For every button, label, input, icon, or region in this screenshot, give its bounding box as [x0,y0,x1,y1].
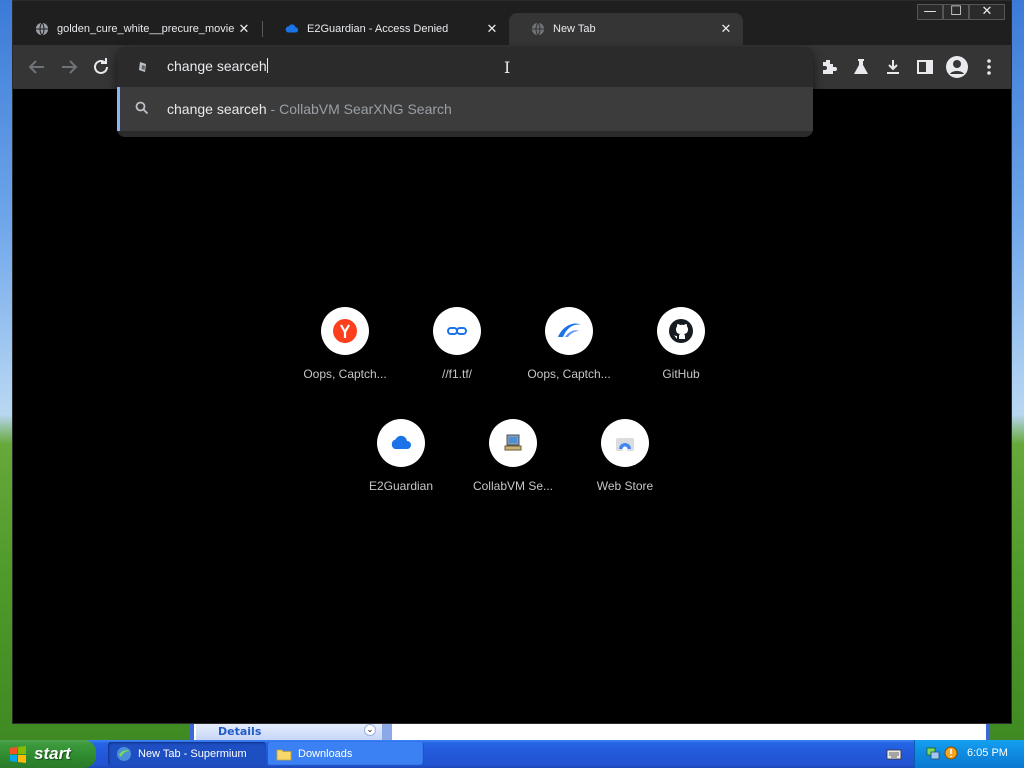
labs-flask-icon[interactable] [851,57,871,77]
omnibox-suggestion[interactable]: change searceh - CollabVM SearXNG Search [117,87,813,131]
shortcut-icon-tile [377,419,425,467]
reload-button[interactable] [89,55,113,79]
shortcut-label: Oops, Captch... [527,367,611,381]
shortcut-oops-captcha-yandex[interactable]: Oops, Captch... [289,307,401,403]
shortcut-github[interactable]: GitHub [625,307,737,403]
system-tray: 6:05 PM [914,740,1024,768]
shortcut-oops-captcha-swoosh[interactable]: Oops, Captch... [513,307,625,403]
shortcut-web-store[interactable]: Web Store [569,419,681,515]
forward-button[interactable] [57,55,81,79]
tab-strip: golden_cure_white__precure_movie ✕ E2Gua… [13,1,1011,45]
omnibox-input-row[interactable]: change searceh I [117,47,813,87]
taskbar: start New Tab - Supermium Downloads 6:05… [0,740,1024,768]
close-tab-icon[interactable]: ✕ [237,22,251,36]
task-label: New Tab - Supermium [138,748,247,760]
close-tab-icon[interactable]: ✕ [719,22,733,36]
shortcut-label: GitHub [662,367,700,381]
maximize-button[interactable]: ☐ [943,4,969,20]
web-store-icon [616,438,634,452]
shortcut-label: Web Store [596,479,654,493]
omnibox-input[interactable]: change searceh [167,58,268,74]
keyboard-icon[interactable] [886,747,902,761]
start-label: start [34,744,71,763]
computer-icon [504,434,522,451]
windows-logo-icon [10,746,26,763]
shortcut-label: CollabVM Se... [472,479,554,493]
suggestion-text: change searceh - CollabVM SearXNG Search [167,101,452,117]
omnibox-value: change searceh [167,58,267,74]
network-icon[interactable] [925,745,941,761]
browser-window: golden_cure_white__precure_movie ✕ E2Gua… [12,0,1012,724]
clock[interactable]: 6:05 PM [967,747,1008,759]
chevron-down-icon[interactable]: ⌄ [364,724,376,736]
reload-icon [94,58,108,74]
search-icon [135,101,149,115]
link-icon [447,327,467,335]
cloud-icon [285,24,299,33]
shortcut-label: //f1.tf/ [441,367,472,381]
swoosh-icon [558,323,581,337]
shortcut-icon-tile [657,307,705,355]
search-engine-icon [139,62,146,72]
github-icon [669,319,693,343]
shortcut-label: E2Guardian [368,479,434,493]
tab-e2guardian[interactable]: E2Guardian - Access Denied ✕ [263,13,509,45]
yandex-icon [333,319,357,343]
arrow-right-icon [62,60,78,74]
shortcut-icon-tile [601,419,649,467]
shortcut-icon-tile [321,307,369,355]
arrow-left-icon [28,60,44,74]
shortcut-icon-tile [433,307,481,355]
tab-title: New Tab [553,23,596,35]
tab-title: golden_cure_white__precure_movie [57,23,235,35]
close-tab-icon[interactable]: ✕ [485,22,499,36]
folder-icon [276,749,292,761]
shortcut-f1-tf[interactable]: //f1.tf/ [401,307,513,403]
side-panel-icon[interactable] [915,57,935,77]
download-icon[interactable] [883,57,903,77]
tab-title: E2Guardian - Access Denied [307,23,449,35]
profile-icon[interactable] [945,55,969,79]
shortcut-label: Oops, Captch... [303,367,387,381]
close-window-button[interactable]: ✕ [969,4,1005,20]
globe-icon [531,22,545,36]
task-label: Downloads [298,748,353,760]
suggestion-suffix: - CollabVM SearXNG Search [266,101,452,117]
shortcut-icon-tile [489,419,537,467]
details-label: Details [218,725,262,738]
extensions-icon[interactable] [819,57,839,77]
tab-golden-cure[interactable]: golden_cure_white__precure_movie ✕ [13,13,261,45]
security-alert-icon[interactable] [943,745,959,761]
browser-icon [117,747,131,761]
shortcut-collabvm-search[interactable]: CollabVM Se... [457,419,569,515]
shortcut-e2guardian[interactable]: E2Guardian [345,419,457,515]
globe-icon [35,22,49,36]
taskbar-item-downloads[interactable]: Downloads [268,742,424,766]
omnibox[interactable]: change searceh I change searceh - Collab… [117,47,813,137]
menu-icon[interactable] [979,57,999,77]
shortcut-icon-tile [545,307,593,355]
suggestion-query: change searceh [167,101,267,117]
explorer-details-panel[interactable]: Details ⌄ [196,722,392,740]
tab-new-tab[interactable]: New Tab ✕ [509,13,743,45]
minimize-button[interactable]: — [917,4,943,20]
text-caret [266,58,268,73]
taskbar-item-new-tab[interactable]: New Tab - Supermium [108,742,266,766]
back-button[interactable] [25,55,49,79]
cloud-icon [391,435,411,449]
text-cursor-icon: I [504,58,511,77]
start-button[interactable]: start [0,740,96,768]
